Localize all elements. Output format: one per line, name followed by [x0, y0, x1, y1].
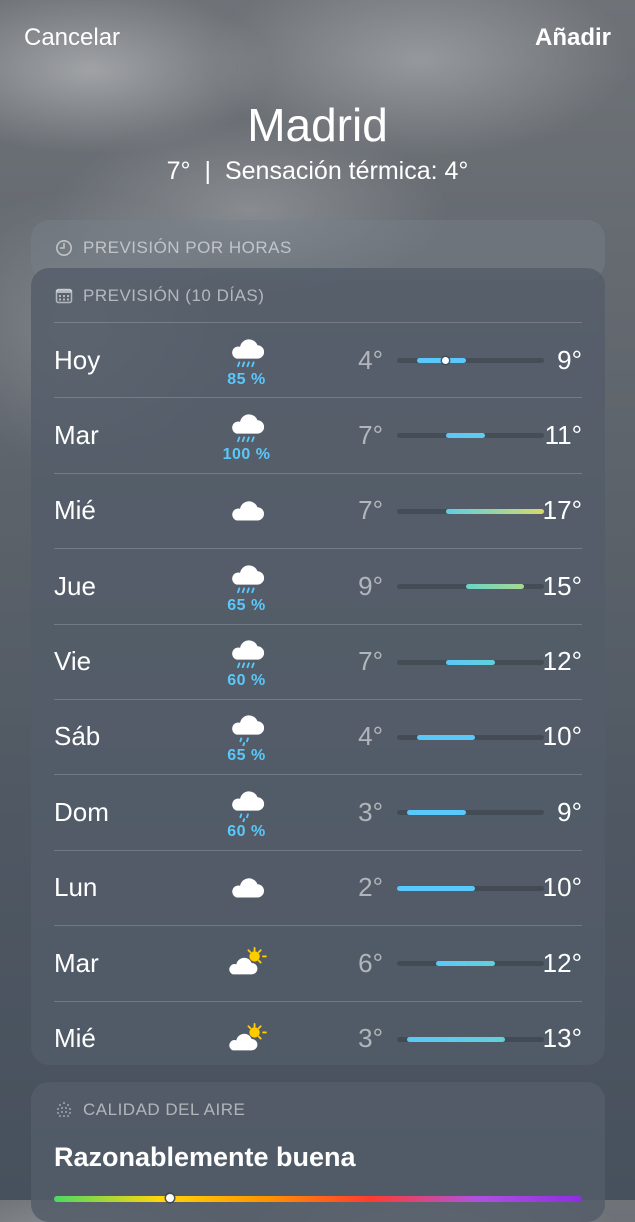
- precip-probability: 100 %: [222, 445, 271, 463]
- low-temp: 7°: [358, 495, 383, 526]
- forecast-day: Vie: [54, 646, 92, 677]
- forecast-row[interactable]: Vie 60 % 7° 12°: [54, 623, 582, 699]
- forecast-row[interactable]: Jue 65 % 9° 15°: [54, 548, 582, 623]
- feels-like: Sensación térmica: 4°: [224, 157, 469, 185]
- forecast-condition: [194, 474, 299, 548]
- daily-forecast-list: Hoy 85 % 4° 9° Mar 100 % 7° 11° Mié 7° 17° Jue 65 % 9…: [54, 322, 582, 1076]
- forecast-day: Lun: [54, 872, 98, 903]
- current-summary: 7° | Sensación térmica: 4°: [0, 157, 635, 186]
- summary-separator: |: [204, 157, 211, 185]
- temp-range-bar: [446, 659, 495, 665]
- air-quality-scale: [54, 1194, 582, 1202]
- forecast-row[interactable]: Lun 2° 10°: [54, 849, 582, 925]
- cloud-rain-icon: [231, 640, 264, 669]
- air-quality-header: CALIDAD DEL AIRE: [55, 1082, 245, 1138]
- current-temp-dot: [442, 357, 450, 364]
- low-temp: 2°: [358, 872, 383, 903]
- daily-forecast-title: PREVISIÓN (10 DÍAS): [83, 286, 265, 305]
- cloud-rain-icon: [231, 565, 264, 593]
- low-temp: 4°: [358, 344, 383, 375]
- partly-sunny-icon: [228, 1022, 267, 1050]
- low-temp: 3°: [358, 1023, 383, 1054]
- high-temp: 9°: [557, 344, 582, 375]
- forecast-condition: 60 %: [194, 775, 299, 849]
- forecast-day: Dom: [54, 796, 109, 827]
- forecast-condition: 60 %: [194, 625, 299, 699]
- current-temperature: 7°: [166, 157, 191, 185]
- forecast-day: Jue: [54, 570, 96, 601]
- cloud-icon: [231, 878, 264, 898]
- cancel-button[interactable]: Cancelar: [24, 24, 120, 52]
- temp-range-bar: [436, 961, 495, 967]
- cloud-rain-icon: [231, 338, 264, 367]
- forecast-day: Mar: [54, 947, 99, 978]
- temp-range-bar: [406, 810, 466, 816]
- air-quality-icon: [57, 1102, 71, 1117]
- temp-range-bar: [397, 885, 476, 891]
- low-temp: 6°: [358, 947, 383, 978]
- forecast-row[interactable]: Mar 100 % 7° 11°: [54, 397, 582, 472]
- high-temp: 12°: [542, 947, 582, 978]
- forecast-day: Mar: [54, 419, 99, 450]
- forecast-condition: 85 %: [194, 323, 299, 397]
- forecast-day: Mié: [54, 495, 96, 526]
- precip-probability: 85 %: [227, 370, 266, 388]
- air-quality-title: CALIDAD DEL AIRE: [83, 1100, 246, 1119]
- calendar-icon: [55, 288, 73, 304]
- city-name: Madrid: [247, 99, 388, 151]
- forecast-condition: [194, 1002, 299, 1076]
- temp-range-bar: [416, 734, 476, 740]
- temp-range-bar: [446, 433, 486, 439]
- cloud-rain-icon: [231, 414, 264, 443]
- daily-forecast-card[interactable]: PREVISIÓN (10 DÍAS) Hoy 85 % 4° 9° Mar 100 % 7…: [31, 268, 605, 1065]
- air-quality-value: Razonablemente buena: [54, 1142, 356, 1172]
- precip-probability: 60 %: [227, 672, 266, 690]
- high-temp: 10°: [542, 721, 582, 752]
- high-temp: 9°: [557, 796, 582, 827]
- low-temp: 7°: [358, 646, 383, 677]
- cloud-icon: [231, 501, 264, 521]
- high-temp: 10°: [542, 872, 582, 903]
- forecast-row[interactable]: Mar 6° 12°: [54, 925, 582, 1000]
- forecast-condition: 100 %: [194, 398, 299, 472]
- cloud-drizzle-icon: [231, 715, 264, 747]
- high-temp: 15°: [542, 570, 582, 601]
- hourly-forecast-title: PREVISIÓN POR HORAS: [83, 238, 292, 257]
- forecast-condition: 65 %: [194, 549, 299, 623]
- forecast-row[interactable]: Mié 3° 13°: [54, 1000, 582, 1076]
- precip-probability: 60 %: [227, 822, 266, 840]
- low-temp: 7°: [358, 419, 383, 450]
- low-temp: 4°: [358, 721, 383, 752]
- precip-probability: 65 %: [227, 596, 266, 614]
- temp-range-bar: [406, 1036, 505, 1042]
- forecast-row[interactable]: Dom 60 % 3° 9°: [54, 774, 582, 849]
- high-temp: 17°: [542, 495, 582, 526]
- forecast-condition: 65 %: [194, 700, 299, 774]
- forecast-day: Mié: [54, 1023, 96, 1054]
- cloud-drizzle-icon: [231, 791, 264, 822]
- high-temp: 11°: [544, 419, 582, 450]
- low-temp: 3°: [358, 796, 383, 827]
- forecast-day: Hoy: [54, 344, 101, 375]
- forecast-row[interactable]: Mié 7° 17°: [54, 472, 582, 548]
- air-quality-indicator: [166, 1194, 174, 1202]
- top-bar: Cancelar Añadir: [24, 24, 611, 58]
- forecast-row[interactable]: Sáb 65 % 4° 10°: [54, 698, 582, 774]
- precip-probability: 65 %: [227, 747, 266, 765]
- clock-icon: [56, 240, 72, 256]
- daily-forecast-header: PREVISIÓN (10 DÍAS): [55, 268, 264, 324]
- partly-sunny-icon: [228, 947, 267, 975]
- forecast-condition: [194, 851, 299, 925]
- forecast-condition: [194, 926, 299, 1000]
- air-quality-card[interactable]: CALIDAD DEL AIRE Razonablemente buena: [31, 1082, 605, 1222]
- add-button[interactable]: Añadir: [535, 24, 611, 52]
- forecast-row[interactable]: Hoy 85 % 4° 9°: [54, 322, 582, 397]
- forecast-day: Sáb: [54, 721, 101, 752]
- temp-range-bar: [416, 357, 466, 364]
- high-temp: 12°: [542, 646, 582, 677]
- high-temp: 13°: [542, 1023, 582, 1054]
- low-temp: 9°: [358, 570, 383, 601]
